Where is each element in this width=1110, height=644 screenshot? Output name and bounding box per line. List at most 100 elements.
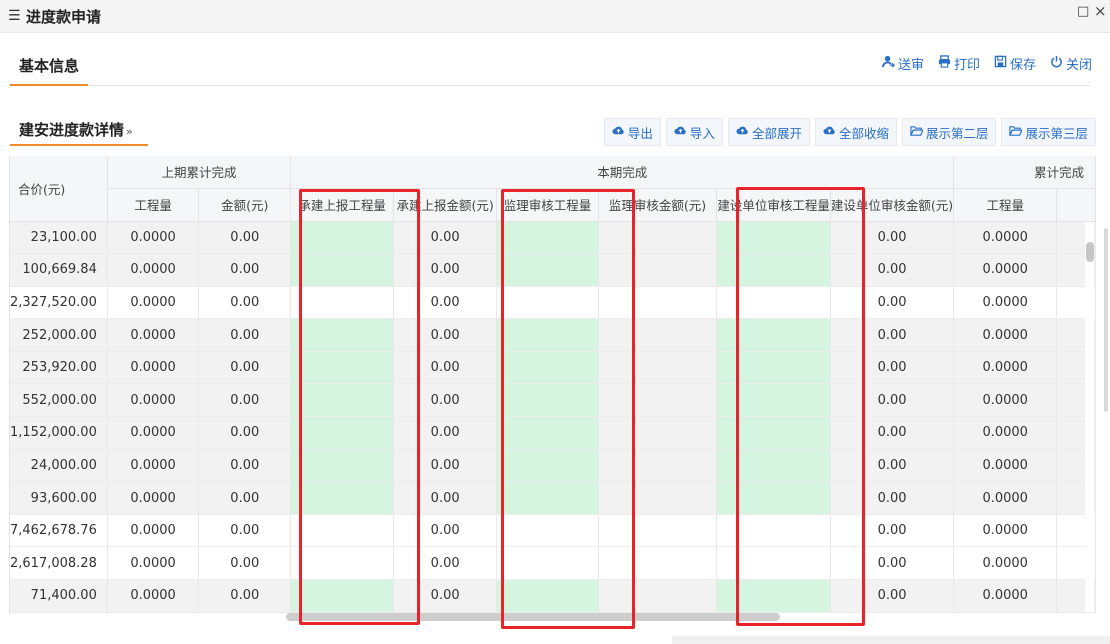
folder-open-icon — [910, 124, 924, 140]
user-send-icon — [881, 55, 895, 72]
expand-all-button[interactable]: 全部展开 — [727, 118, 810, 146]
save-button[interactable]: 保存 — [994, 54, 1036, 73]
cell-prev-amount: 0.00 — [198, 579, 292, 613]
cell-cumulative-qty: 0.0000 — [953, 579, 1058, 613]
cell-reported-qty[interactable] — [290, 221, 394, 255]
header-prev-amount[interactable]: 金额(元) — [198, 188, 292, 222]
cell-owner-qty[interactable] — [716, 514, 831, 548]
horizontal-scrollbar[interactable] — [286, 613, 780, 621]
show-level-3-button[interactable]: 展示第三层 — [1001, 118, 1096, 146]
cell-supervisor-qty[interactable] — [496, 579, 599, 613]
header-supervisor-qty[interactable]: 监理审核工程量 — [496, 188, 599, 222]
close-window-icon[interactable]: × — [1094, 2, 1107, 20]
close-button[interactable]: 关闭 — [1050, 54, 1092, 73]
header-owner-qty[interactable]: 建设单位审核工程量 — [716, 188, 831, 222]
cell-reported-qty[interactable] — [290, 481, 394, 515]
cell-supervisor-amount — [598, 286, 718, 320]
cell-prev-amount: 0.00 — [198, 253, 292, 287]
cell-reported-qty[interactable] — [290, 546, 394, 581]
cell-reported-qty[interactable] — [290, 416, 394, 450]
cell-prev-amount: 0.00 — [198, 351, 292, 385]
collapse-all-button[interactable]: 全部收缩 — [814, 118, 897, 146]
tab-detail[interactable]: 建安进度款详情» — [10, 118, 148, 146]
scroll-thumb[interactable] — [1086, 242, 1094, 262]
cell-owner-qty[interactable] — [716, 481, 831, 515]
cell-supervisor-qty[interactable] — [496, 383, 599, 418]
cell-cumulative-qty: 0.0000 — [953, 383, 1058, 418]
vertical-scrollbar[interactable] — [1085, 222, 1094, 612]
cell-reported-qty[interactable] — [290, 286, 394, 320]
tab-basic-info[interactable]: 基本信息 — [10, 52, 88, 86]
header-cumulative-qty[interactable]: 工程量 — [953, 188, 1058, 222]
cell-supervisor-amount — [598, 318, 718, 352]
header-supervisor-amount[interactable]: 监理审核金额(元) — [598, 188, 718, 222]
import-button[interactable]: 导入 — [665, 118, 723, 146]
cell-supervisor-amount — [598, 449, 718, 483]
cell-owner-amount: 0.00 — [830, 481, 955, 515]
outer-scrollbar[interactable] — [1104, 228, 1108, 412]
cell-prev-amount: 0.00 — [198, 481, 292, 515]
cell-total-price: 1,152,000.00 — [10, 416, 108, 450]
cell-supervisor-qty[interactable] — [496, 318, 599, 352]
cell-supervisor-qty[interactable] — [496, 546, 599, 581]
cell-owner-qty[interactable] — [716, 579, 831, 613]
cell-supervisor-qty[interactable] — [496, 351, 599, 385]
cell-reported-qty[interactable] — [290, 579, 394, 613]
cell-prev-qty: 0.0000 — [107, 514, 200, 548]
header-reported-amount[interactable]: 承建上报金额(元) — [393, 188, 498, 222]
header-total-price[interactable]: 合价(元) — [10, 156, 108, 222]
cell-owner-qty[interactable] — [716, 351, 831, 385]
save-label: 保存 — [1009, 58, 1036, 73]
cell-reported-qty[interactable] — [290, 253, 394, 287]
cell-supervisor-qty[interactable] — [496, 416, 599, 450]
cell-total-price: 100,669.84 — [10, 253, 108, 287]
print-button[interactable]: 打印 — [938, 54, 980, 73]
cell-owner-qty[interactable] — [716, 318, 831, 352]
show-level-2-label: 展示第二层 — [925, 125, 989, 141]
cell-supervisor-qty[interactable] — [496, 449, 599, 483]
submit-review-button[interactable]: 送审 — [881, 54, 924, 73]
cell-supervisor-qty[interactable] — [496, 253, 599, 287]
cell-owner-qty[interactable] — [716, 221, 831, 255]
export-button[interactable]: 导出 — [603, 118, 661, 146]
cell-total-price: 252,000.00 — [10, 318, 108, 352]
show-level-2-button[interactable]: 展示第二层 — [901, 118, 997, 146]
table-row: 71,400.00 0.0000 0.00 0.00 0.00 0.0000 — [10, 579, 1096, 613]
chevron-down-icon[interactable]: » — [126, 125, 133, 138]
header-owner-amount[interactable]: 建设单位审核金额(元) — [830, 188, 955, 222]
table-row: 7,462,678.76 0.0000 0.00 0.00 0.00 0.0000 — [10, 514, 1096, 548]
hamburger-icon[interactable]: ☰ — [8, 8, 21, 24]
header-reported-qty[interactable]: 承建上报工程量 — [290, 188, 394, 222]
cell-supervisor-qty[interactable] — [496, 514, 599, 548]
cell-reported-qty[interactable] — [290, 383, 394, 418]
cell-reported-amount: 0.00 — [393, 351, 498, 385]
cell-cumulative-qty: 0.0000 — [953, 253, 1058, 287]
cell-owner-qty[interactable] — [716, 449, 831, 483]
cell-owner-amount: 0.00 — [830, 286, 955, 320]
cell-reported-qty[interactable] — [290, 318, 394, 352]
cell-cumulative-qty: 0.0000 — [953, 416, 1058, 450]
cell-owner-qty[interactable] — [716, 546, 831, 581]
table-row: 93,600.00 0.0000 0.00 0.00 0.00 0.0000 — [10, 481, 1096, 515]
cell-supervisor-qty[interactable] — [496, 221, 599, 255]
table-row: 100,669.84 0.0000 0.00 0.00 0.00 0.0000 — [10, 253, 1096, 287]
cell-reported-qty[interactable] — [290, 449, 394, 483]
cell-reported-amount: 0.00 — [393, 449, 498, 483]
cell-reported-amount: 0.00 — [393, 221, 498, 255]
table-row: 253,920.00 0.0000 0.00 0.00 0.00 0.0000 — [10, 351, 1096, 385]
cell-prev-amount: 0.00 — [198, 449, 292, 483]
cell-prev-amount: 0.00 — [198, 383, 292, 418]
cell-owner-qty[interactable] — [716, 286, 831, 320]
cell-reported-qty[interactable] — [290, 351, 394, 385]
cell-owner-qty[interactable] — [716, 383, 831, 418]
cell-owner-qty[interactable] — [716, 416, 831, 450]
cell-supervisor-amount — [598, 481, 718, 515]
cell-owner-amount: 0.00 — [830, 416, 955, 450]
cell-reported-qty[interactable] — [290, 514, 394, 548]
restore-icon[interactable]: □ — [1077, 4, 1089, 19]
cell-supervisor-qty[interactable] — [496, 286, 599, 320]
header-prev-qty[interactable]: 工程量 — [107, 188, 200, 222]
cell-supervisor-qty[interactable] — [496, 481, 599, 515]
cell-owner-qty[interactable] — [716, 253, 831, 287]
expand-all-label: 全部展开 — [751, 125, 802, 141]
